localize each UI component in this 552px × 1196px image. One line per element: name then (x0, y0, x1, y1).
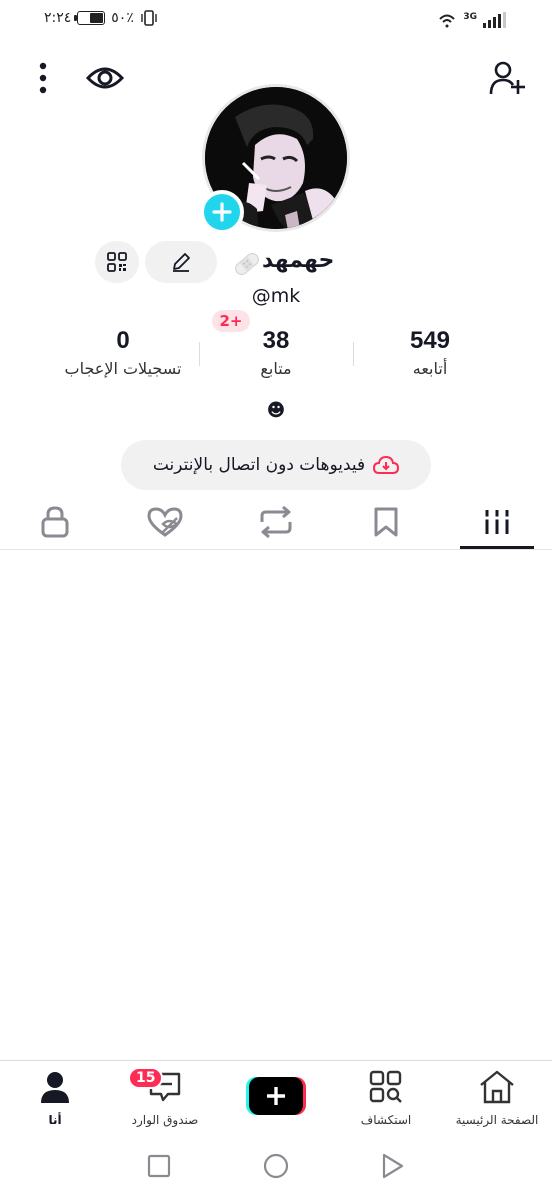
nav-inbox[interactable]: صندوق الوارد (110, 1069, 220, 1127)
username-handle: @mk (251, 285, 301, 307)
add-user-icon (489, 61, 525, 95)
recent-apps-icon[interactable] (147, 1154, 171, 1178)
back-triangle-icon[interactable] (381, 1153, 405, 1179)
grid-lines-icon (484, 510, 510, 534)
repost-icon (260, 506, 292, 538)
add-friends-button[interactable] (486, 58, 530, 98)
nav-me[interactable]: أنا (0, 1069, 110, 1127)
offline-videos-button[interactable]: فيديوهات دون اتصال بالإنترنت (121, 440, 431, 490)
clock: ٢:٢٤ (44, 10, 72, 26)
home-icon (480, 1070, 514, 1104)
cloud-download-icon (373, 455, 400, 474)
tab-videos[interactable] (442, 494, 552, 550)
display-name: حهمهد (262, 248, 335, 273)
qr-code-icon (107, 252, 127, 272)
home-circle-icon[interactable] (263, 1153, 289, 1179)
stat-likes-label: تسجيلات الإعجاب (64, 359, 182, 378)
profile-icon (41, 1072, 69, 1103)
stat-followers-label: متابع (260, 359, 292, 378)
battery-percent: ٥٠٪ (111, 10, 134, 26)
create-button[interactable] (246, 1077, 306, 1115)
network-type: 3G (463, 12, 477, 22)
inbox-badge: 15 (128, 1067, 164, 1089)
status-left: ٢:٢٤ ٥٠٪ (44, 10, 158, 26)
wifi-icon (439, 14, 456, 28)
profile-views-button[interactable] (84, 60, 126, 96)
signal-icon (483, 12, 506, 28)
add-avatar-button[interactable] (200, 190, 244, 234)
qr-code-button[interactable] (95, 241, 139, 283)
heart-hidden-icon (147, 507, 183, 537)
nav-home-label: الصفحة الرئيسية (455, 1113, 539, 1127)
bandage-emoji-icon (235, 253, 259, 275)
nav-me-label: أنا (48, 1113, 62, 1127)
discover-grid-icon (369, 1070, 402, 1103)
pencil-icon (173, 253, 190, 272)
nav-home[interactable]: الصفحة الرئيسية (442, 1069, 552, 1127)
nav-discover[interactable]: استكشاف (331, 1069, 441, 1127)
active-tab-indicator (460, 546, 534, 549)
plus-icon (267, 1087, 285, 1105)
tab-favorites[interactable] (331, 494, 441, 550)
tab-reposts[interactable] (221, 494, 331, 550)
status-bar: ٢:٢٤ ٥٠٪ 3G (0, 0, 552, 44)
vibrate-icon (141, 10, 157, 26)
bottom-nav: الصفحة الرئيسية استكشاف صندوق الوارد 15 … (0, 1060, 552, 1136)
plus-icon (212, 202, 232, 222)
nav-inbox-label: صندوق الوارد (131, 1113, 199, 1127)
offline-videos-label: فيديوهات دون اتصال بالإنترنت (152, 455, 366, 475)
eye-icon (86, 67, 124, 89)
edit-profile-button[interactable] (145, 241, 217, 283)
stat-likes-value: 0 (116, 327, 130, 354)
stat-likes[interactable]: 0 تسجيلات الإعجاب (38, 326, 208, 382)
status-right: 3G (437, 12, 506, 28)
tab-liked[interactable] (110, 494, 220, 550)
lock-icon (41, 506, 69, 538)
profile-tabs (0, 494, 552, 550)
more-vertical-icon (39, 62, 47, 94)
battery-icon (74, 11, 106, 25)
stat-followers[interactable]: 38 متابع (191, 326, 361, 382)
nav-discover-label: استكشاف (360, 1113, 412, 1127)
stat-followers-value: 38 (262, 327, 290, 354)
stat-following-label: أتابعه (412, 359, 448, 378)
more-options-button[interactable] (30, 60, 56, 96)
profile-bio: ☻ (266, 400, 286, 421)
tab-private[interactable] (0, 494, 110, 550)
system-nav-bar (0, 1136, 552, 1196)
bookmark-icon (374, 507, 398, 537)
stat-following[interactable]: 549 أتابعه (345, 326, 515, 382)
stat-following-value: 549 (409, 327, 451, 354)
